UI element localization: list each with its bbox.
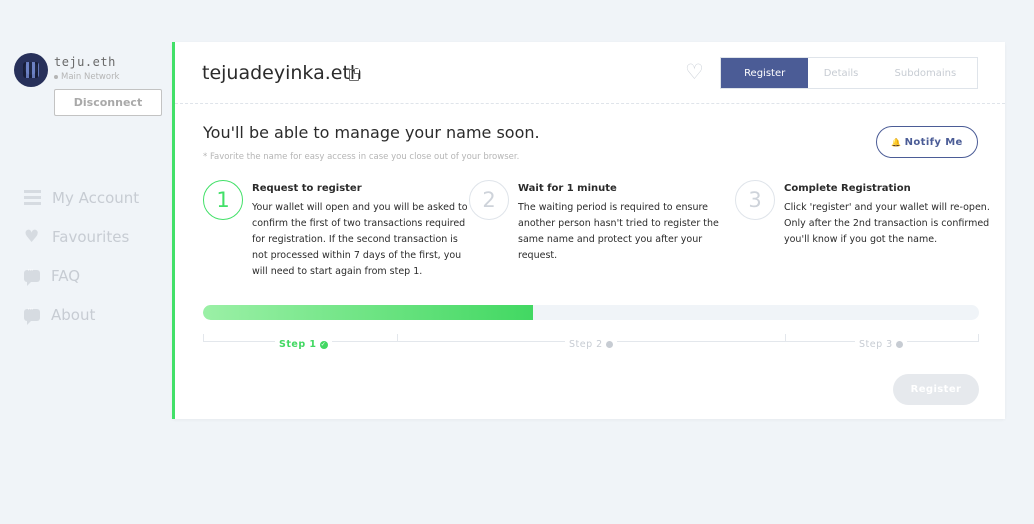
sidebar-item-label: FAQ [51, 266, 81, 285]
timeline-tick [978, 334, 979, 342]
step-number: 1 [203, 180, 243, 220]
list-icon [24, 189, 41, 206]
tab-bar: Register Details Subdomains [720, 57, 978, 89]
notify-me-button[interactable]: 🔔 Notify Me [876, 126, 978, 158]
sidebar-item-my-account[interactable]: My Account [24, 178, 139, 217]
step-title: Request to register [252, 183, 362, 194]
step-description: Click 'register' and your wallet will re… [784, 202, 990, 245]
sidebar-item-about[interactable]: About [24, 295, 139, 334]
sidebar-item-label: My Account [52, 188, 140, 207]
sidebar-item-label: About [51, 305, 96, 324]
network-dot-icon [54, 75, 58, 79]
step-number: 3 [735, 180, 775, 220]
timeline-step-2: Step 2 [565, 339, 617, 350]
tab-subdomains[interactable]: Subdomains [874, 58, 977, 88]
timeline-tick [203, 334, 204, 342]
account-panel: teju.eth Main Network Disconnect [14, 53, 164, 119]
step-description: The waiting period is required to ensure… [518, 202, 719, 261]
register-button[interactable]: Register [893, 374, 979, 405]
progress-fill [203, 305, 533, 320]
account-name: teju.eth [54, 55, 116, 69]
network-label: Main Network [61, 72, 120, 82]
sidebar-item-faq[interactable]: FAQ [24, 256, 139, 295]
clock-icon [895, 341, 903, 348]
sidebar-nav: My Account ♥ Favourites FAQ About [24, 178, 139, 334]
favorite-heart-icon[interactable]: ♡ [685, 61, 704, 83]
clock-icon [605, 341, 613, 348]
notify-label: Notify Me [904, 136, 963, 148]
page-headline: You'll be able to manage your name soon. [203, 123, 540, 142]
network-indicator: Main Network [54, 72, 119, 82]
timeline-tick [785, 334, 786, 342]
timeline-step-1: Step 1 ✓ [275, 339, 332, 350]
heart-icon: ♥ [24, 226, 40, 247]
step-number: 2 [469, 180, 509, 220]
timeline-tick [397, 334, 398, 342]
sidebar-item-favourites[interactable]: ♥ Favourites [24, 217, 139, 256]
favorite-note: * Favorite the name for easy access in c… [203, 152, 520, 162]
progress-bar [203, 305, 979, 320]
tab-details[interactable]: Details [808, 58, 873, 88]
step-title: Wait for 1 minute [518, 183, 617, 194]
sidebar-item-label: Favourites [52, 227, 130, 246]
timeline-step-label: Step 3 [859, 339, 893, 350]
chat-icon [24, 305, 40, 325]
step-timeline: Step 1 ✓ Step 2 Step 3 [203, 334, 979, 350]
step-description: Your wallet will open and you will be as… [252, 202, 468, 277]
card-header: tejuadeyinka.eth ♡ Register Details Subd… [175, 42, 1005, 104]
step-title: Complete Registration [784, 183, 911, 194]
copy-icon[interactable] [349, 68, 360, 81]
check-icon: ✓ [319, 340, 328, 349]
timeline-step-label: Step 2 [569, 339, 603, 350]
timeline-step-3: Step 3 [855, 339, 907, 350]
chat-icon [24, 266, 40, 286]
bell-icon: 🔔 [891, 137, 902, 147]
registration-card: tejuadeyinka.eth ♡ Register Details Subd… [172, 42, 1005, 419]
disconnect-button[interactable]: Disconnect [54, 89, 162, 116]
avatar [14, 53, 48, 87]
tab-register[interactable]: Register [721, 58, 809, 88]
domain-title: tejuadeyinka.eth [202, 62, 362, 84]
timeline-step-label: Step 1 [279, 339, 317, 350]
